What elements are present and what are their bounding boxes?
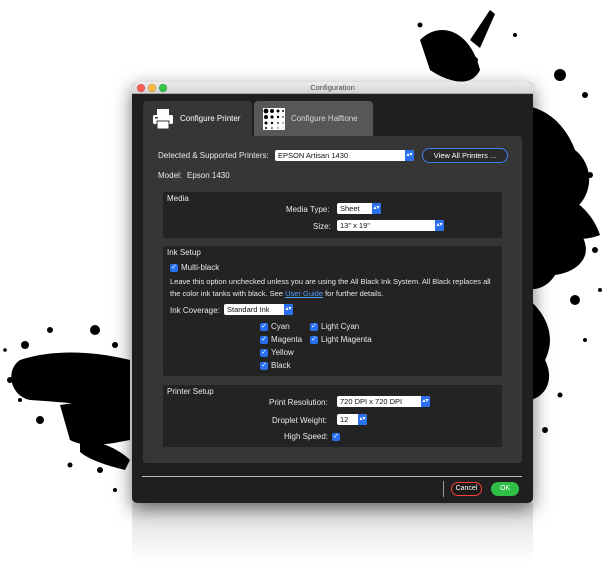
view-all-printers-button[interactable]: View All Printers ... xyxy=(422,148,508,163)
high-speed-checkbox[interactable]: ✓ xyxy=(332,433,340,441)
ink-coverage-label: Ink Coverage: xyxy=(170,306,220,315)
ink-description: Leave this option unchecked unless you a… xyxy=(170,276,500,300)
media-type-label: Media Type: xyxy=(286,205,330,214)
ink-coverage-value: Standard Ink xyxy=(227,305,270,314)
cyan-checkbox[interactable]: ✓ xyxy=(260,323,268,331)
window-reflection xyxy=(132,503,533,563)
light-magenta-label: Light Magenta xyxy=(321,335,372,344)
ink-description-tail: for further details. xyxy=(323,289,384,298)
black-label: Black xyxy=(271,361,291,370)
chevron-updown-icon: ▴▾ xyxy=(372,203,381,214)
magenta-label: Magenta xyxy=(271,335,303,344)
halftone-icon xyxy=(263,107,285,130)
tab-configure-halftone-label: Configure Halftone xyxy=(291,114,358,123)
ok-button[interactable]: OK xyxy=(491,482,519,496)
printer-setup-section-title: Printer Setup xyxy=(167,387,214,396)
chevron-updown-icon: ▴▾ xyxy=(358,414,367,425)
ink-coverage-select[interactable]: Standard Ink ▴▾ xyxy=(224,304,293,315)
media-section-title: Media xyxy=(167,194,189,203)
media-type-value: Sheet xyxy=(340,204,360,213)
chevron-updown-icon: ▴▾ xyxy=(405,150,414,161)
print-resolution-select[interactable]: 720 DPI x 720 DPI ▴▾ xyxy=(337,396,430,407)
media-type-select[interactable]: Sheet ▴▾ xyxy=(337,203,381,214)
black-checkbox[interactable]: ✓ xyxy=(260,362,268,370)
chevron-updown-icon: ▴▾ xyxy=(284,304,293,315)
media-section: Media xyxy=(163,192,502,238)
multi-black-checkbox[interactable]: ✓ xyxy=(170,264,178,272)
print-resolution-label: Print Resolution: xyxy=(269,398,328,407)
media-size-value: 13" x 19" xyxy=(340,221,370,230)
ink-setup-section-title: Ink Setup xyxy=(167,248,201,257)
magenta-checkbox[interactable]: ✓ xyxy=(260,336,268,344)
cyan-label: Cyan xyxy=(271,322,290,331)
user-guide-link[interactable]: User Guide xyxy=(285,289,323,298)
droplet-weight-select[interactable]: 12 ▴▾ xyxy=(337,414,367,425)
footer-divider xyxy=(142,476,522,477)
tab-configure-printer-label: Configure Printer xyxy=(180,114,241,123)
cancel-button[interactable]: Cancel xyxy=(451,482,482,496)
multi-black-label: Multi-black xyxy=(181,263,220,272)
chevron-updown-icon: ▴▾ xyxy=(421,396,430,407)
light-cyan-label: Light Cyan xyxy=(321,322,360,331)
title-bar: Configuration xyxy=(132,82,533,94)
chevron-updown-icon: ▴▾ xyxy=(435,220,444,231)
droplet-weight-value: 12 xyxy=(340,415,349,424)
tab-configure-printer[interactable]: Configure Printer xyxy=(143,101,252,136)
media-size-select[interactable]: 13" x 19" ▴▾ xyxy=(337,220,444,231)
printer-icon xyxy=(153,108,173,129)
light-magenta-checkbox[interactable]: ✓ xyxy=(310,336,318,344)
printer-select-value: EPSON Artisan 1430 xyxy=(278,151,349,160)
window-title: Configuration xyxy=(310,83,355,92)
media-size-label: Size: xyxy=(313,222,331,231)
printer-select[interactable]: EPSON Artisan 1430 ▴▾ xyxy=(275,150,414,161)
model-value: Epson 1430 xyxy=(187,171,230,180)
high-speed-label: High Speed: xyxy=(284,432,329,441)
footer-separator xyxy=(443,481,444,497)
droplet-weight-label: Droplet Weight: xyxy=(272,416,327,425)
yellow-label: Yellow xyxy=(271,348,294,357)
model-label: Model: xyxy=(158,171,183,180)
yellow-checkbox[interactable]: ✓ xyxy=(260,349,268,357)
detected-printers-label: Detected & Supported Printers: xyxy=(158,151,269,160)
light-cyan-checkbox[interactable]: ✓ xyxy=(310,323,318,331)
tab-configure-halftone[interactable]: Configure Halftone xyxy=(254,101,373,136)
print-resolution-value: 720 DPI x 720 DPI xyxy=(340,397,403,406)
